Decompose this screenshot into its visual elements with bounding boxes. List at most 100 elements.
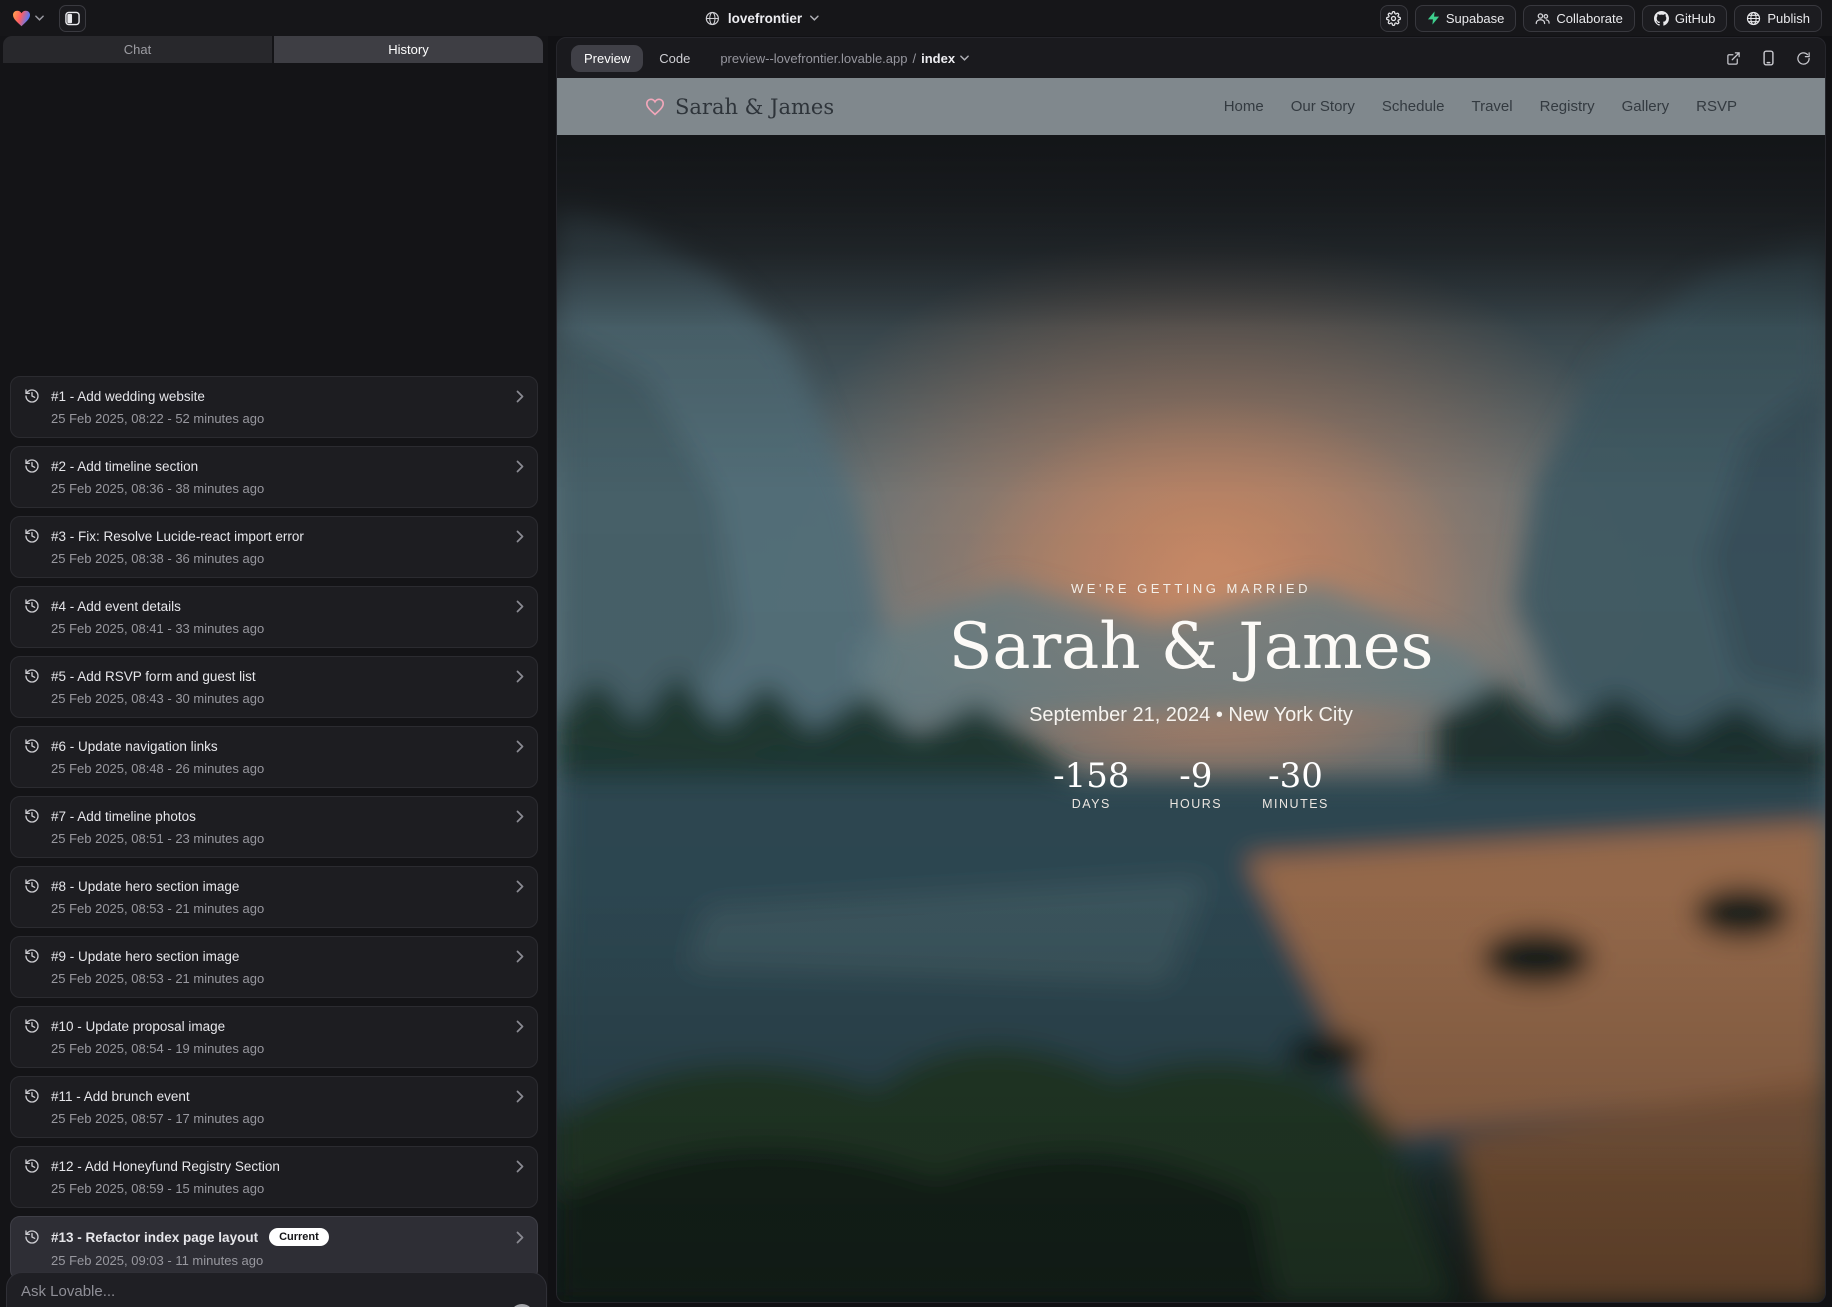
chevron-right-icon[interactable] (516, 810, 524, 823)
project-name: lovefrontier (728, 11, 802, 26)
countdown: -158 DAYS -9 HOURS -30 MINUTES (949, 759, 1434, 811)
preview-pane: Preview Code preview--lovefrontier.lovab… (556, 37, 1826, 1303)
chevron-right-icon[interactable] (516, 740, 524, 753)
site-nav-link[interactable]: Schedule (1382, 98, 1445, 115)
external-link-icon (1726, 51, 1741, 66)
tab-chat[interactable]: Chat (3, 36, 272, 63)
site-nav: Home Our Story Schedule Travel Registry … (1224, 98, 1737, 115)
history-item[interactable]: #9 - Update hero section image 25 Feb 20… (10, 936, 538, 998)
history-restore-icon (24, 1018, 40, 1034)
chevron-right-icon[interactable] (516, 530, 524, 543)
chevron-right-icon[interactable] (516, 390, 524, 403)
toggle-sidebar-button[interactable] (59, 5, 86, 32)
path-separator: / (912, 51, 916, 66)
history-restore-icon (24, 528, 40, 544)
prompt-composer: Attach Edit Default (6, 1272, 547, 1307)
chevron-right-icon[interactable] (516, 1160, 524, 1173)
chevron-right-icon[interactable] (516, 1231, 524, 1244)
history-item-meta: 25 Feb 2025, 08:53 - 21 minutes ago (24, 971, 524, 986)
history-item[interactable]: #11 - Add brunch event 25 Feb 2025, 08:5… (10, 1076, 538, 1138)
mobile-view-button[interactable] (1762, 50, 1775, 66)
publish-label: Publish (1767, 11, 1810, 26)
history-item-meta: 25 Feb 2025, 08:53 - 21 minutes ago (24, 901, 524, 916)
ask-lovable-input[interactable] (21, 1283, 461, 1300)
collaborate-button[interactable]: Collaborate (1523, 5, 1635, 32)
site-nav-link[interactable]: Registry (1540, 98, 1595, 115)
supabase-button[interactable]: Supabase (1415, 5, 1517, 32)
refresh-button[interactable] (1796, 51, 1811, 66)
countdown-unit: -30 MINUTES (1262, 759, 1329, 811)
history-item[interactable]: #6 - Update navigation links 25 Feb 2025… (10, 726, 538, 788)
chevron-right-icon[interactable] (516, 880, 524, 893)
history-item[interactable]: #10 - Update proposal image 25 Feb 2025,… (10, 1006, 538, 1068)
history-restore-icon (24, 1229, 40, 1245)
smartphone-icon (1762, 50, 1775, 66)
tab-code[interactable]: Code (659, 51, 690, 66)
sidebar-tabs: Chat History (3, 36, 543, 63)
history-item-title: #4 - Add event details (51, 599, 181, 614)
site-brand[interactable]: Sarah & James (645, 95, 834, 119)
lovable-logo-menu[interactable] (12, 10, 44, 27)
site-brand-name: Sarah & James (675, 95, 834, 119)
chevron-right-icon[interactable] (516, 670, 524, 683)
tab-preview[interactable]: Preview (571, 45, 643, 72)
history-item[interactable]: #4 - Add event details 25 Feb 2025, 08:4… (10, 586, 538, 648)
history-item[interactable]: #1 - Add wedding website 25 Feb 2025, 08… (10, 376, 538, 438)
countdown-value: -30 (1262, 759, 1329, 793)
heart-outline-icon (645, 98, 665, 116)
current-badge: Current (269, 1228, 329, 1246)
history-item-title: #5 - Add RSVP form and guest list (51, 669, 256, 684)
sidebar-panel-icon (65, 11, 80, 26)
history-restore-icon (24, 668, 40, 684)
history-item[interactable]: #8 - Update hero section image 25 Feb 20… (10, 866, 538, 928)
history-item-title: #13 - Refactor index page layout (51, 1230, 258, 1245)
history-list: #1 - Add wedding website 25 Feb 2025, 08… (10, 376, 538, 1288)
people-icon (1535, 12, 1550, 25)
site-nav-link[interactable]: Gallery (1622, 98, 1670, 115)
preview-url-selector[interactable]: preview--lovefrontier.lovable.app / inde… (720, 51, 969, 66)
history-item[interactable]: #5 - Add RSVP form and guest list 25 Feb… (10, 656, 538, 718)
chevron-right-icon[interactable] (516, 1090, 524, 1103)
history-item[interactable]: #3 - Fix: Resolve Lucide-react import er… (10, 516, 538, 578)
history-item-title: #7 - Add timeline photos (51, 809, 196, 824)
site-header: Sarah & James Home Our Story Schedule Tr… (557, 78, 1825, 135)
countdown-value: -158 (1053, 759, 1129, 793)
globe-icon (705, 11, 720, 26)
chevron-right-icon[interactable] (516, 460, 524, 473)
settings-button[interactable] (1380, 5, 1408, 32)
hero-title: Sarah & James (949, 610, 1434, 684)
history-item-title: #1 - Add wedding website (51, 389, 205, 404)
history-restore-icon (24, 878, 40, 894)
history-item-meta: 25 Feb 2025, 08:43 - 30 minutes ago (24, 691, 524, 706)
history-item[interactable]: #13 - Refactor index page layout Current… (10, 1216, 538, 1280)
history-item-meta: 25 Feb 2025, 08:36 - 38 minutes ago (24, 481, 524, 496)
site-nav-link[interactable]: RSVP (1696, 98, 1737, 115)
history-item[interactable]: #12 - Add Honeyfund Registry Section 25 … (10, 1146, 538, 1208)
history-item-title: #11 - Add brunch event (51, 1089, 190, 1104)
supabase-bolt-icon (1427, 11, 1440, 25)
history-item-title: #10 - Update proposal image (51, 1019, 225, 1034)
github-button[interactable]: GitHub (1642, 5, 1727, 32)
history-restore-icon (24, 1088, 40, 1104)
site-nav-link[interactable]: Travel (1471, 98, 1512, 115)
github-label: GitHub (1675, 11, 1715, 26)
chevron-down-icon (960, 55, 969, 61)
history-restore-icon (24, 738, 40, 754)
chat-history-sidebar: Chat History #1 - Add wedding website 25… (0, 36, 548, 1307)
history-item[interactable]: #2 - Add timeline section 25 Feb 2025, 0… (10, 446, 538, 508)
top-bar: lovefrontier Supabase Collaborate (0, 0, 1832, 36)
project-switcher[interactable]: lovefrontier (705, 0, 819, 36)
site-nav-link[interactable]: Our Story (1291, 98, 1355, 115)
history-item-meta: 25 Feb 2025, 08:54 - 19 minutes ago (24, 1041, 524, 1056)
history-item[interactable]: #7 - Add timeline photos 25 Feb 2025, 08… (10, 796, 538, 858)
preview-toolbar: Preview Code preview--lovefrontier.lovab… (557, 38, 1825, 78)
site-nav-link[interactable]: Home (1224, 98, 1264, 115)
open-external-button[interactable] (1726, 51, 1741, 66)
history-restore-icon (24, 1158, 40, 1174)
tab-history[interactable]: History (274, 36, 543, 63)
chevron-right-icon[interactable] (516, 1020, 524, 1033)
chevron-right-icon[interactable] (516, 600, 524, 613)
chevron-right-icon[interactable] (516, 950, 524, 963)
publish-button[interactable]: Publish (1734, 5, 1822, 32)
history-restore-icon (24, 808, 40, 824)
